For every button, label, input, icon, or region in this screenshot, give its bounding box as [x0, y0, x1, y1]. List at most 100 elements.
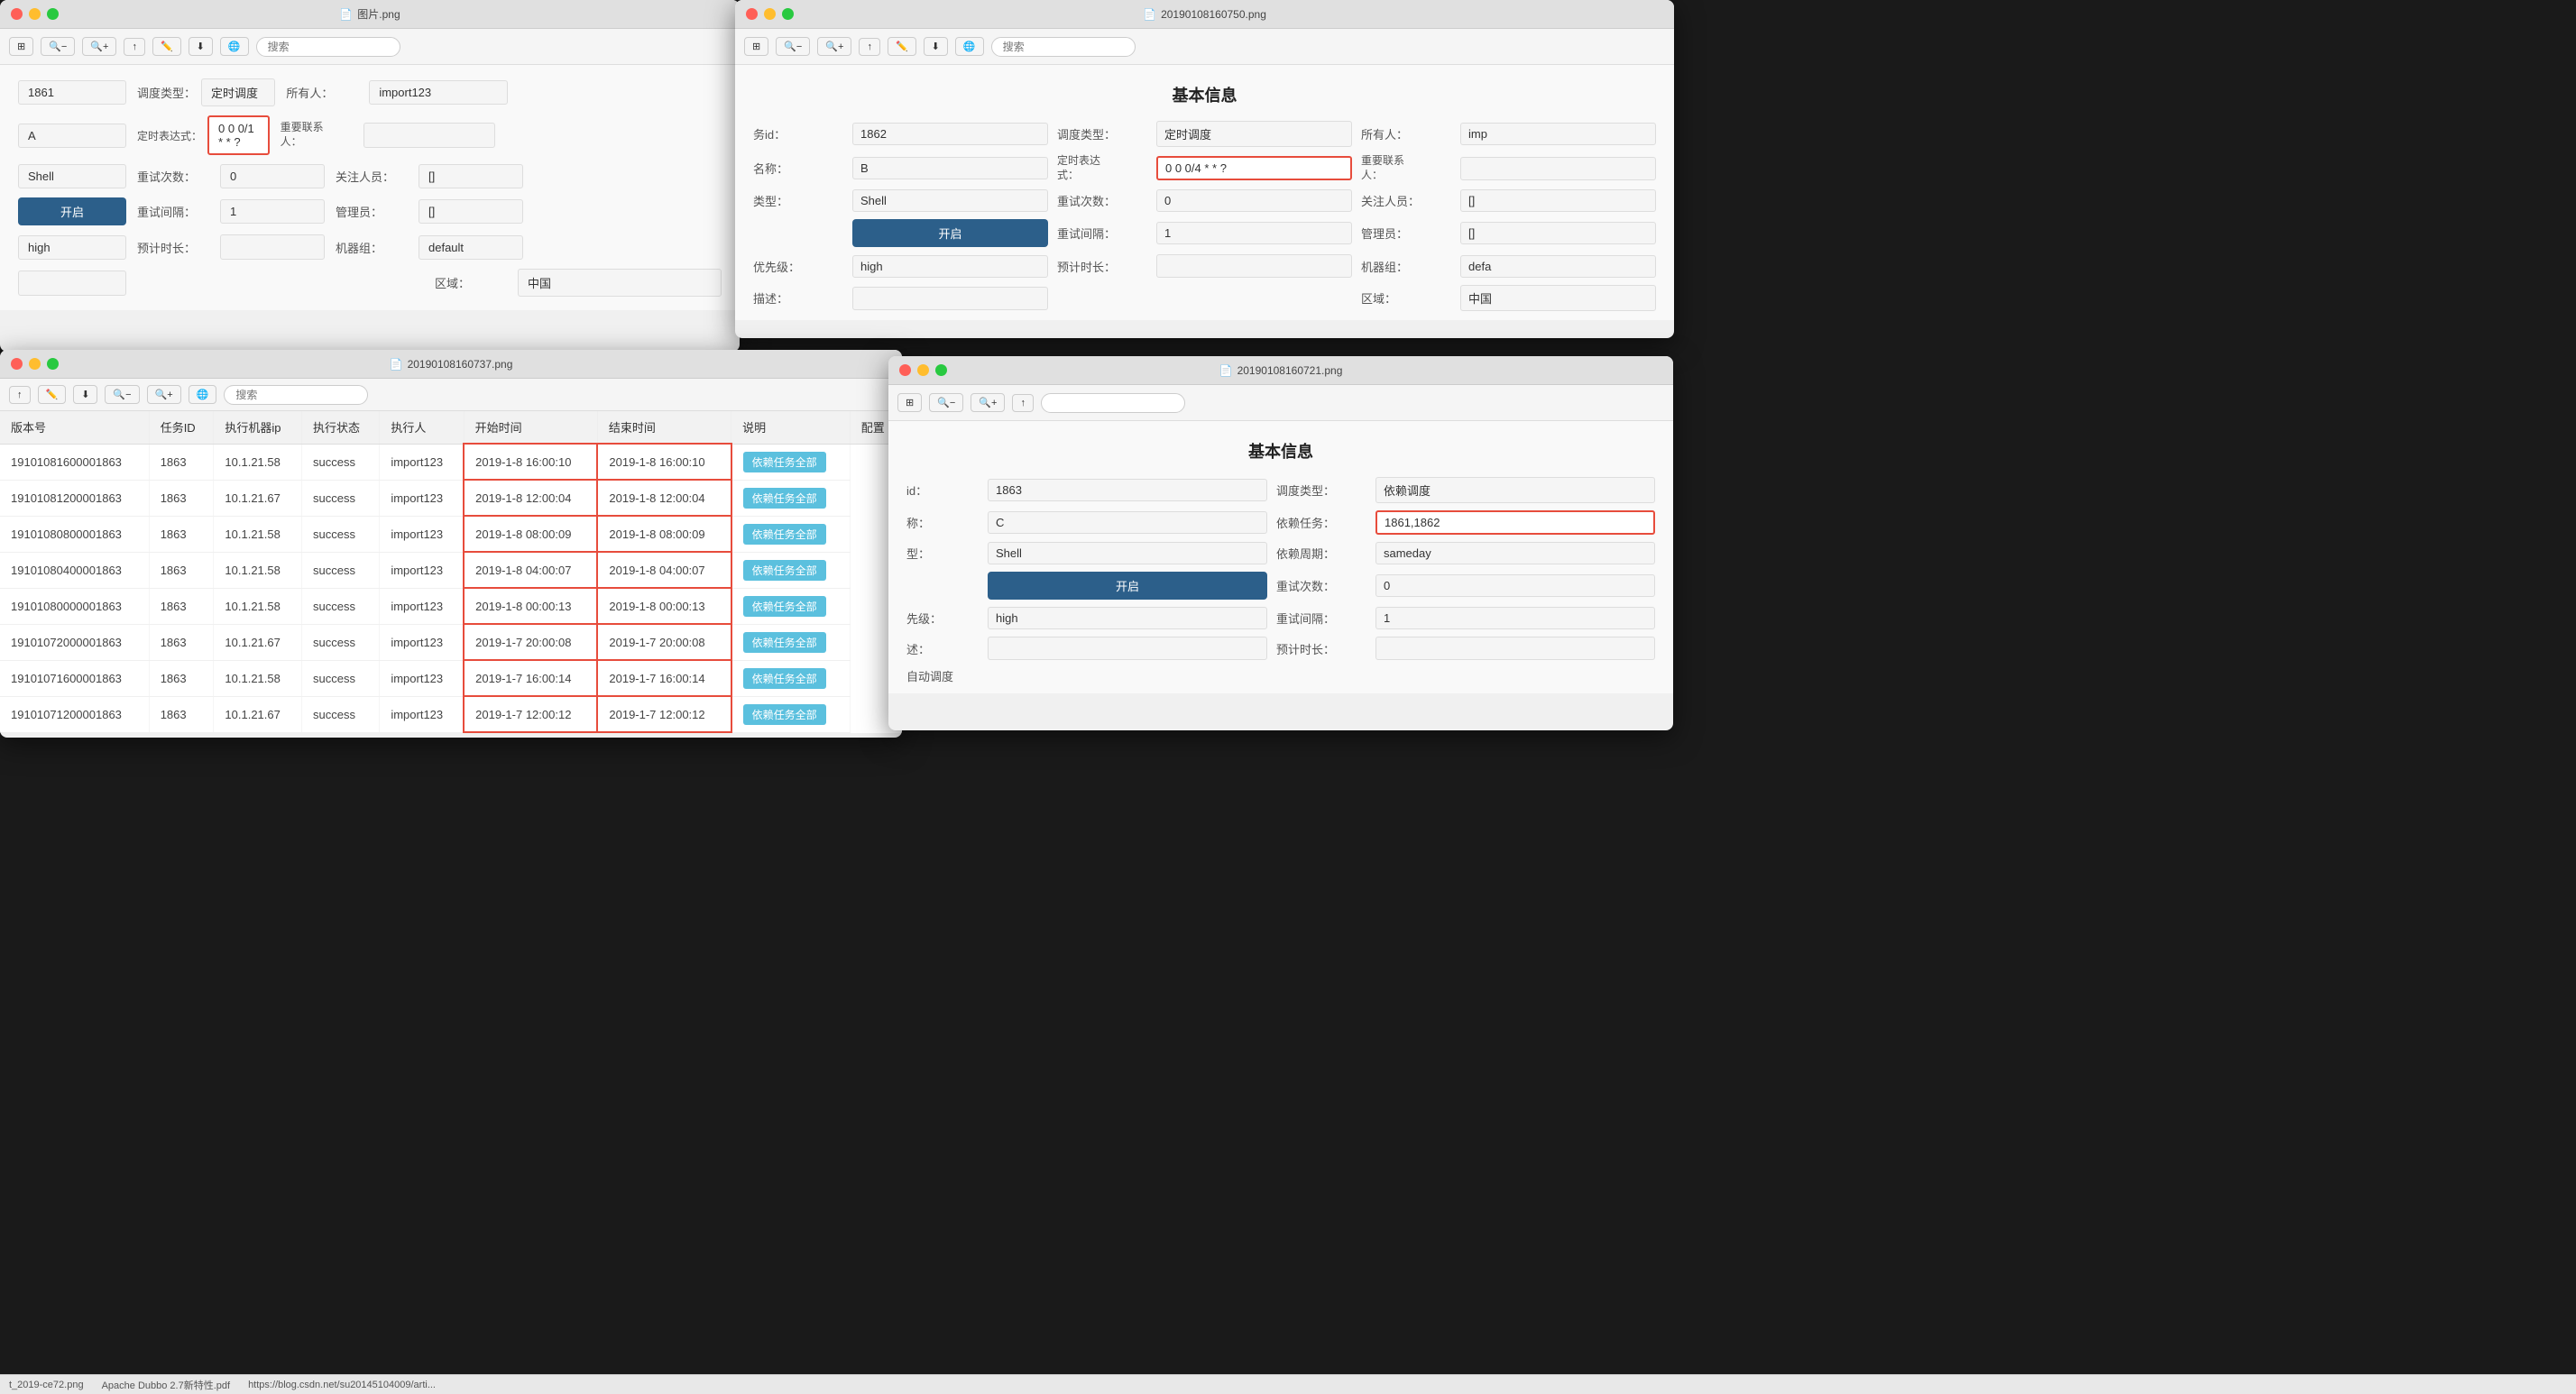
region-val-1: 中国: [518, 269, 722, 297]
task-id-label-4: id：: [906, 481, 979, 499]
retry-label-2: 重试次数：: [1057, 192, 1147, 209]
toolbar-1: ⊞ 🔍− 🔍+ ↑ ✏️ ⬇ 🌐: [0, 29, 740, 65]
table-cell: 2019-1-8 00:00:13: [597, 588, 731, 624]
toolbar-zoom-in-2[interactable]: 🔍+: [817, 37, 851, 56]
minimize-btn-4[interactable]: [917, 364, 929, 376]
type-val-4: Shell: [988, 542, 1267, 564]
minimize-btn-3[interactable]: [29, 358, 41, 370]
doc-icon-4: 📄: [1219, 364, 1233, 377]
note-btn[interactable]: 依赖任务全部: [743, 488, 826, 509]
schedule-btn-4[interactable]: 开启: [988, 572, 1267, 600]
toolbar-globe-2[interactable]: 🌐: [955, 37, 984, 56]
doc-icon-3: 📄: [390, 358, 403, 371]
toolbar-search-2[interactable]: [991, 37, 1136, 57]
table-cell: 2019-1-7 12:00:12: [464, 696, 597, 732]
toolbar-zoom-in-3[interactable]: 🔍+: [147, 385, 181, 404]
toolbar-zoom-out-3[interactable]: 🔍−: [105, 385, 139, 404]
priority-label-4: 先级：: [906, 610, 979, 627]
table-cell: 10.1.21.58: [214, 444, 302, 480]
toolbar-zoom-in[interactable]: 🔍+: [82, 37, 116, 56]
minimize-btn-2[interactable]: [764, 8, 776, 20]
toolbar-layout-btn-2[interactable]: ⊞: [744, 37, 768, 56]
window-controls-4: [899, 364, 947, 376]
retry-val-2: 0: [1156, 189, 1352, 212]
type-label-2: 类型：: [753, 192, 843, 209]
table-cell: success: [302, 516, 380, 552]
toolbar-download[interactable]: ⬇: [189, 37, 213, 56]
toolbar-share-3[interactable]: ↑: [9, 386, 31, 404]
toolbar-zoom-out-2[interactable]: 🔍−: [776, 37, 810, 56]
maximize-btn-3[interactable]: [47, 358, 59, 370]
region-label-2: 区域：: [1361, 289, 1451, 307]
maximize-btn-1[interactable]: [47, 8, 59, 20]
toolbar-pencil-2[interactable]: ✏️: [888, 37, 916, 56]
schedule-type-label-4: 调度类型：: [1276, 481, 1366, 499]
schedule-btn-1[interactable]: 开启: [18, 197, 126, 225]
table-row: 19101081200001863186310.1.21.67successim…: [0, 480, 902, 516]
col-executor: 执行人: [380, 411, 464, 444]
close-btn-1[interactable]: [11, 8, 23, 20]
note-cell: 依赖任务全部: [731, 552, 851, 588]
table-cell: 1863: [149, 516, 214, 552]
maximize-btn-2[interactable]: [782, 8, 794, 20]
table-body-3: 19101081600001863186310.1.21.58successim…: [0, 444, 902, 732]
table-cell: 1863: [149, 624, 214, 660]
table-cell: 2019-1-8 00:00:13: [464, 588, 597, 624]
toolbar-share[interactable]: ↑: [124, 38, 145, 56]
name-val-2: B: [852, 157, 1048, 179]
note-btn[interactable]: 依赖任务全部: [743, 632, 826, 653]
note-btn[interactable]: 依赖任务全部: [743, 524, 826, 545]
close-btn-3[interactable]: [11, 358, 23, 370]
toolbar-zoom-in-4[interactable]: 🔍+: [971, 393, 1005, 412]
toolbar-share-2[interactable]: ↑: [859, 38, 880, 56]
note-btn[interactable]: 依赖任务全部: [743, 596, 826, 617]
toolbar-search-1[interactable]: [256, 37, 400, 57]
maximize-btn-4[interactable]: [935, 364, 947, 376]
note-btn[interactable]: 依赖任务全部: [743, 704, 826, 725]
toolbar-search-3[interactable]: [224, 385, 368, 405]
close-btn-4[interactable]: [899, 364, 911, 376]
table-cell: import123: [380, 480, 464, 516]
note-cell: 依赖任务全部: [731, 588, 851, 624]
priority-val-2: high: [852, 255, 1048, 278]
close-btn-2[interactable]: [746, 8, 758, 20]
toolbar-globe-3[interactable]: 🌐: [189, 385, 217, 404]
col-version: 版本号: [0, 411, 149, 444]
admin-label-2: 管理员：: [1361, 225, 1451, 242]
note-btn[interactable]: 依赖任务全部: [743, 452, 826, 472]
toolbar-zoom-out-4[interactable]: 🔍−: [929, 393, 963, 412]
est-duration-val-2: [1156, 254, 1352, 278]
section-title-4: 基本信息: [906, 430, 1655, 463]
table-cell: 19101071200001863: [0, 696, 149, 732]
schedule-type-val-4: 依赖调度: [1375, 477, 1655, 503]
table-cell: import123: [380, 516, 464, 552]
desc-val-2: [852, 287, 1048, 310]
table-cell: 1863: [149, 552, 214, 588]
toolbar-pencil[interactable]: ✏️: [152, 37, 181, 56]
schedule-btn-2[interactable]: 开启: [852, 219, 1048, 247]
toolbar-globe[interactable]: 🌐: [220, 37, 249, 56]
toolbar-share-4[interactable]: ↑: [1012, 394, 1034, 412]
toolbar-download-3[interactable]: ⬇: [73, 385, 97, 404]
minimize-btn-1[interactable]: [29, 8, 41, 20]
toolbar-search-4[interactable]: [1041, 393, 1185, 413]
toolbar-layout-btn-4[interactable]: ⊞: [897, 393, 922, 412]
note-btn[interactable]: 依赖任务全部: [743, 560, 826, 581]
table-header-row: 版本号 任务ID 执行机器ip 执行状态 执行人 开始时间 结束时间 说明 配置: [0, 411, 902, 444]
toolbar-3: ↑ ✏️ ⬇ 🔍− 🔍+ 🌐: [0, 379, 902, 411]
toolbar-layout-btn[interactable]: ⊞: [9, 37, 33, 56]
toolbar-download-2[interactable]: ⬇: [924, 37, 948, 56]
table-cell: 2019-1-8 04:00:07: [597, 552, 731, 588]
table-row: 19101071200001863186310.1.21.67successim…: [0, 696, 902, 732]
retry-interval-val-2: 1: [1156, 222, 1352, 244]
table-cell: 10.1.21.67: [214, 696, 302, 732]
window-4: 📄 20190108160721.png ⊞ 🔍− 🔍+ ↑ 基本信息 id： …: [888, 356, 1673, 730]
table-cell: 1863: [149, 696, 214, 732]
table-row: 19101080000001863186310.1.21.58successim…: [0, 588, 902, 624]
toolbar-pencil-3[interactable]: ✏️: [38, 385, 67, 404]
toolbar-4: ⊞ 🔍− 🔍+ ↑: [888, 385, 1673, 421]
note-btn[interactable]: 依赖任务全部: [743, 668, 826, 689]
table-cell: 10.1.21.67: [214, 624, 302, 660]
toolbar-zoom-out[interactable]: 🔍−: [41, 37, 75, 56]
table-cell: success: [302, 696, 380, 732]
